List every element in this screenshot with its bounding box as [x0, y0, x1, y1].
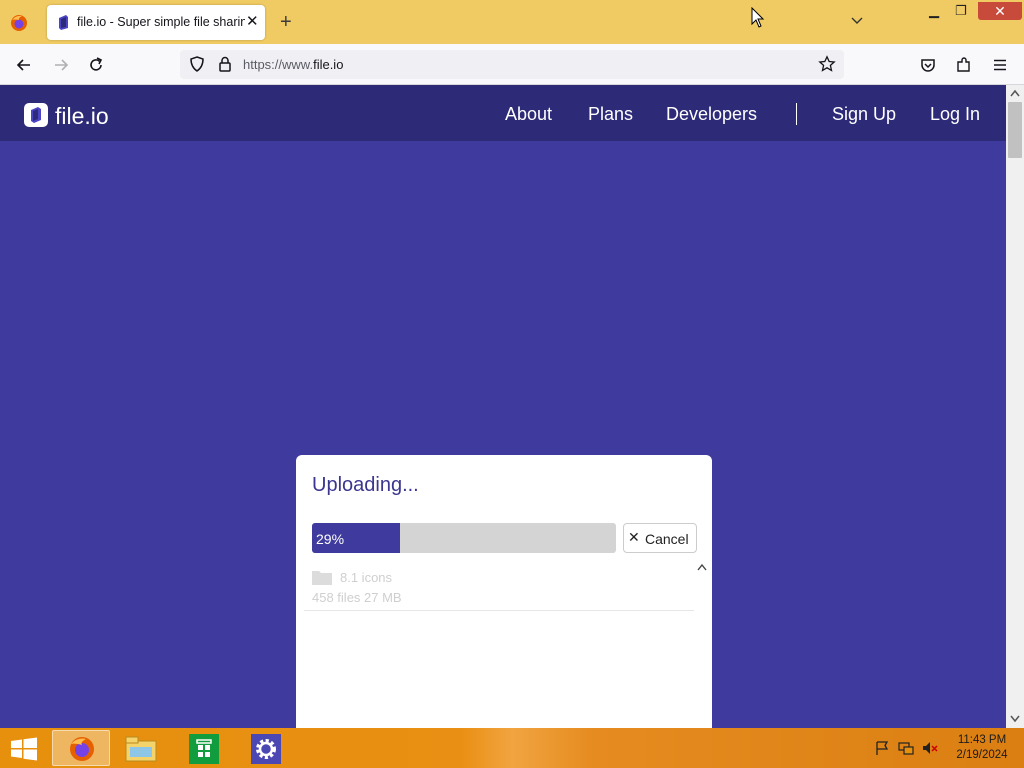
file-name: 8.1 icons [340, 570, 393, 585]
nav-sign-up-link[interactable]: Sign Up [832, 104, 896, 124]
restore-button[interactable]: ❐ [955, 2, 967, 20]
upload-file-list: 8.1 icons 458 files 27 MB [304, 561, 707, 735]
page-scrollbar[interactable] [1006, 85, 1024, 728]
windows-taskbar: 11:43 PM 2/19/2024 [0, 728, 1024, 768]
cancel-x-icon: ✕ [628, 529, 640, 545]
bookmark-star-icon[interactable] [818, 55, 836, 73]
action-center-flag-icon[interactable] [874, 740, 890, 756]
tab-title: file.io - Super simple file sharing [77, 15, 245, 29]
new-tab-button[interactable]: + [280, 10, 292, 34]
window-close-button[interactable]: ✕ [978, 2, 1022, 20]
volume-muted-icon[interactable] [922, 740, 938, 756]
list-scroll-up-icon[interactable] [696, 561, 708, 573]
lock-icon[interactable] [216, 55, 234, 73]
url-text: https://www.file.io [243, 57, 344, 72]
back-icon[interactable] [15, 56, 33, 74]
clock-date: 2/19/2024 [956, 749, 1008, 761]
forward-icon[interactable] [52, 56, 70, 74]
extensions-icon[interactable] [955, 56, 973, 74]
url-bar[interactable]: https://www.file.io [180, 50, 844, 79]
nav-plans-link[interactable]: Plans [588, 104, 633, 124]
browser-tab-strip: file.io - Super simple file sharing ✕ + … [0, 0, 1024, 44]
folder-icon [312, 571, 332, 585]
upload-progress-bar: 29% [312, 523, 616, 553]
minimize-button[interactable]: ▁ [929, 2, 939, 20]
cancel-label: Cancel [645, 531, 689, 547]
logo-mark-icon [24, 103, 48, 127]
tracking-protection-shield-icon[interactable] [188, 55, 206, 73]
mouse-cursor-icon [751, 7, 765, 28]
upload-progress-label: 29% [316, 531, 345, 547]
cancel-upload-button[interactable]: ✕ Cancel [623, 523, 697, 553]
windows-start-icon[interactable] [10, 737, 38, 761]
fileio-favicon-icon [59, 15, 68, 30]
clock-time: 11:43 PM [957, 734, 1007, 746]
list-all-tabs-icon[interactable] [850, 14, 864, 28]
logo-text: file.io [55, 103, 109, 129]
taskbar-settings[interactable] [238, 730, 296, 766]
upload-heading: Uploading... [312, 474, 419, 496]
taskbar-file-explorer[interactable] [112, 730, 170, 766]
settings-icon [251, 734, 281, 764]
taskbar-store[interactable] [175, 730, 233, 766]
nav-divider [796, 103, 797, 125]
tab-close-icon[interactable]: ✕ [246, 13, 259, 31]
file-meta: 458 files 27 MB [312, 590, 402, 605]
scrollbar-thumb[interactable] [1008, 102, 1022, 158]
upload-dialog: Uploading... 29% ✕ Cancel 8.1 icons 458 … [296, 455, 712, 735]
reload-icon[interactable] [87, 56, 105, 74]
app-menu-icon[interactable] [991, 56, 1009, 74]
scroll-down-arrow-icon[interactable] [1009, 714, 1021, 724]
list-item: 8.1 icons 458 files 27 MB [304, 561, 694, 611]
firefox-menu-icon[interactable] [8, 12, 30, 34]
scroll-up-arrow-icon[interactable] [1009, 88, 1021, 98]
firefox-icon [70, 737, 94, 761]
nav-about-link[interactable]: About [505, 104, 552, 124]
nav-log-in-link[interactable]: Log In [930, 104, 980, 124]
site-header: file.io About Plans Developers Sign Up L… [0, 85, 1006, 141]
taskbar-firefox[interactable] [52, 730, 110, 766]
nav-developers-link[interactable]: Developers [666, 104, 757, 124]
active-tab[interactable]: file.io - Super simple file sharing ✕ [47, 5, 265, 40]
store-icon [189, 734, 219, 764]
navigation-toolbar: https://www.file.io [0, 44, 1024, 85]
pocket-icon[interactable] [919, 56, 937, 74]
system-clock[interactable]: 11:43 PM 2/19/2024 [950, 733, 1014, 763]
network-icon[interactable] [898, 740, 914, 756]
file-explorer-icon [125, 736, 157, 762]
